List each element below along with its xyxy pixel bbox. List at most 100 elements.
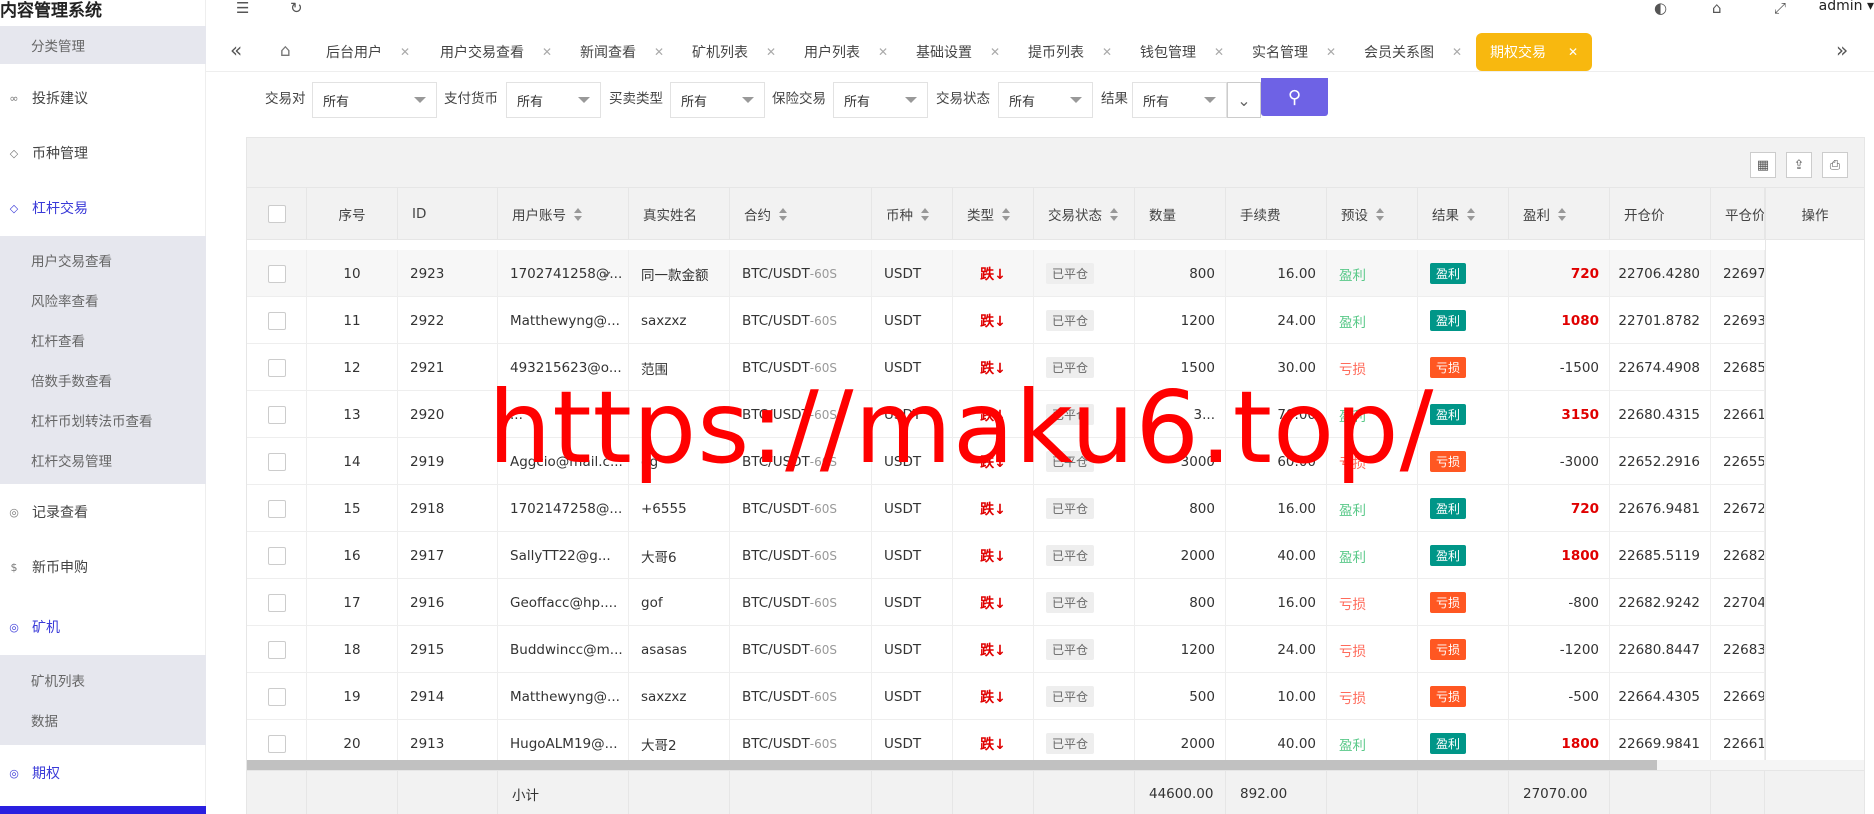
sidebar-item-coin-mgmt[interactable]: ◇ 币种管理 (0, 131, 206, 175)
col-coin[interactable]: 币种 (872, 188, 953, 240)
close-icon[interactable]: ✕ (542, 45, 552, 59)
horizontal-scrollbar[interactable] (247, 760, 1864, 770)
table-row[interactable]: 17 2916 Geoffacc@hp.... gof BTC/USDT -60S USDT… (247, 579, 1864, 626)
tab-withdraw-list[interactable]: 提币列表 ✕ (1028, 33, 1112, 71)
select-all-checkbox[interactable] (267, 205, 286, 223)
row-checkbox[interactable] (267, 546, 286, 565)
tab-user-trades[interactable]: 用户交易查看 ✕ (440, 33, 552, 71)
sidebar-subitem[interactable]: 数据 (0, 700, 206, 740)
col-contract[interactable]: 合约 (730, 188, 872, 240)
filter-insurance-select[interactable]: 所有 (833, 82, 928, 118)
tabs-prev-icon[interactable]: « (230, 38, 242, 62)
filter-status-select[interactable]: 所有 (998, 82, 1093, 118)
row-checkbox[interactable] (267, 499, 286, 518)
filter-result-select[interactable]: 所有 (1132, 82, 1227, 118)
sidebar-item-suggestion[interactable]: ∞ 投拆建议 (0, 76, 206, 120)
sidebar-subitem[interactable]: 杠杆查看 (0, 320, 206, 360)
row-checkbox[interactable] (267, 358, 286, 377)
print-icon[interactable]: ⎙ (1822, 152, 1848, 178)
col-profit[interactable]: 盈利 (1509, 188, 1610, 240)
row-checkbox[interactable] (267, 593, 286, 612)
search-button[interactable]: ⚲ (1261, 78, 1328, 116)
close-icon[interactable]: ✕ (1568, 45, 1578, 59)
tab-wallet[interactable]: 钱包管理 ✕ (1140, 33, 1224, 71)
close-icon[interactable]: ✕ (990, 45, 1000, 59)
sidebar-subitem[interactable]: 倍数手数查看 (0, 360, 206, 400)
filter-pay-currency-select[interactable]: 所有 (506, 82, 601, 118)
sidebar-item-leverage[interactable]: ◇ 杠杆交易 (0, 186, 206, 230)
tab-miner-list[interactable]: 矿机列表 ✕ (692, 33, 776, 71)
col-type[interactable]: 类型 (953, 188, 1034, 240)
sidebar-subitem[interactable]: 杠杆币划转法币查看 (0, 400, 206, 440)
table-row[interactable]: 15 2918 1702147258@... +6555 BTC/USDT -60S USD… (247, 485, 1864, 532)
sidebar-item-new-coin[interactable]: $ 新币申购 (0, 545, 206, 589)
tag-icon[interactable]: ⌂ (1712, 0, 1722, 16)
sidebar-item-options[interactable]: ◎ 期权 (0, 751, 206, 795)
close-icon[interactable]: ✕ (1214, 45, 1224, 59)
sort-icon[interactable] (921, 207, 929, 221)
scrollbar-thumb[interactable] (247, 760, 1657, 770)
tab-admin-users[interactable]: 后台用户 ✕ (326, 33, 410, 71)
tab-basic-settings[interactable]: 基础设置 ✕ (916, 33, 1000, 71)
row-checkbox[interactable] (267, 264, 286, 283)
sort-icon[interactable] (779, 207, 787, 221)
tab-options-trading[interactable]: 期权交易 ✕ (1476, 33, 1593, 71)
sort-icon[interactable] (1002, 207, 1010, 221)
row-checkbox[interactable] (267, 640, 286, 659)
close-icon[interactable]: ✕ (400, 45, 410, 59)
columns-icon[interactable]: ▦ (1750, 152, 1776, 178)
filter-trade-type-select[interactable]: 所有 (670, 82, 765, 118)
chevron-down-icon[interactable]: ⌄ (599, 260, 614, 281)
table-row[interactable]: 13 2920...... BTC/USDT -60S USDT 跌↓ 已平仓 3... 70.… (247, 391, 1864, 438)
table-row[interactable]: 14 2919 Aggcio@mail.c... gg BTC/USDT -60S USDT… (247, 438, 1864, 485)
sidebar-subitem[interactable]: 矿机列表 (0, 660, 206, 700)
close-icon[interactable]: ✕ (878, 45, 888, 59)
sidebar-item-records[interactable]: ◎ 记录查看 (0, 490, 206, 534)
home-icon[interactable]: ⌂ (280, 41, 291, 61)
sidebar-item-miner[interactable]: ◎ 矿机 (0, 605, 206, 649)
export-icon[interactable]: ⇪ (1786, 152, 1812, 178)
tab-member-graph[interactable]: 会员关系图 ✕ (1364, 33, 1462, 71)
sidebar-subitem[interactable]: 用户交易查看 (0, 240, 206, 280)
row-checkbox[interactable] (267, 734, 286, 753)
sort-icon[interactable] (1467, 207, 1475, 221)
tab-news[interactable]: 新闻查看 ✕ (580, 33, 664, 71)
col-result[interactable]: 结果 (1418, 188, 1509, 240)
table-row[interactable]: 19 2914 Matthewyng@... saxzxz BTC/USDT -60S US… (247, 673, 1864, 720)
col-preset[interactable]: 预设 (1327, 188, 1418, 240)
expand-filters-button[interactable]: ⌄ (1227, 82, 1261, 118)
palette-icon[interactable]: ◐ (1654, 0, 1667, 16)
sort-icon[interactable] (1110, 207, 1118, 221)
table-row[interactable]: 16 2917 SallyTT22@g... 大哥6 BTC/USDT -60S USDT 跌… (247, 532, 1864, 579)
sort-icon[interactable] (574, 207, 582, 221)
table-row[interactable]: 12 2921 493215623@o... 范围 BTC/USDT -60S USDT 跌↓… (247, 344, 1864, 391)
menu-toggle-icon[interactable]: ☰ (236, 0, 249, 16)
col-status[interactable]: 交易状态 (1034, 188, 1135, 240)
tab-kyc[interactable]: 实名管理 ✕ (1252, 33, 1336, 71)
table-row[interactable]: 18 2915 Buddwincc@m... asasas BTC/USDT -60S US… (247, 626, 1864, 673)
tabs-next-icon[interactable]: » (1836, 38, 1848, 62)
close-icon[interactable]: ✕ (654, 45, 664, 59)
sort-icon[interactable] (1558, 207, 1566, 221)
table-row[interactable]: 11 2922 Matthewyng@... saxzxz BTC/USDT -60S US… (247, 297, 1864, 344)
close-icon[interactable]: ✕ (766, 45, 776, 59)
row-checkbox[interactable] (267, 452, 286, 471)
admin-user-menu[interactable]: admin ▾ (1819, 0, 1874, 14)
fullscreen-icon[interactable]: ⤢ (1774, 0, 1786, 16)
close-icon[interactable]: ✕ (1326, 45, 1336, 59)
row-checkbox[interactable] (267, 311, 286, 330)
close-icon[interactable]: ✕ (1102, 45, 1112, 59)
refresh-icon[interactable]: ↻ (290, 0, 303, 16)
sidebar-subitem[interactable]: 风险率查看 (0, 280, 206, 320)
table-row[interactable]: 10 2923 1702741258@... 同一款金额 BTC/USDT -60S USD… (247, 250, 1864, 297)
tab-user-list[interactable]: 用户列表 ✕ (804, 33, 888, 71)
row-checkbox[interactable] (267, 405, 286, 424)
sidebar-subitem-category[interactable]: 分类管理 (0, 26, 206, 64)
table-row[interactable]: 20 2913 HugoALM19@... 大哥2 BTC/USDT -60S USDT 跌↓… (247, 720, 1864, 760)
col-account[interactable]: 用户账号 (498, 188, 629, 240)
row-checkbox[interactable] (267, 687, 286, 706)
sidebar-subitem[interactable]: 杠杆交易管理 (0, 440, 206, 480)
sort-icon[interactable] (1376, 207, 1384, 221)
filter-pair-select[interactable]: 所有 (312, 82, 437, 118)
close-icon[interactable]: ✕ (1452, 45, 1462, 59)
